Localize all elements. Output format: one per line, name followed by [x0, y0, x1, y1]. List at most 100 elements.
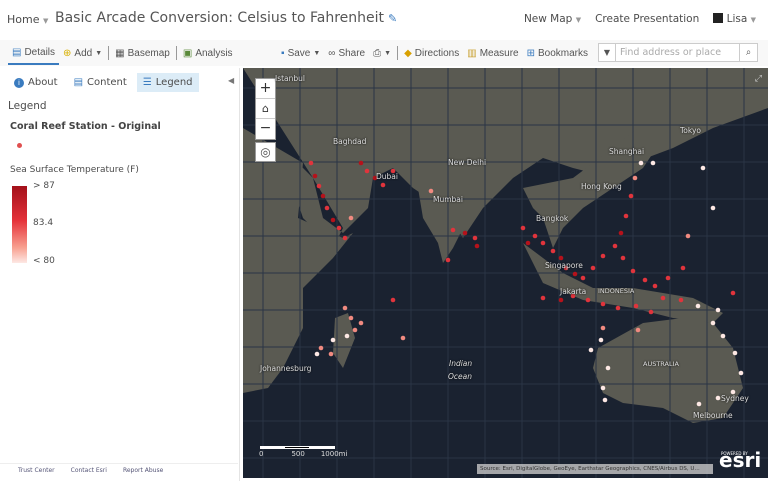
reef-station-point[interactable] [312, 173, 318, 179]
reef-station-point[interactable] [642, 277, 648, 283]
reef-station-point[interactable] [308, 160, 314, 166]
reef-station-point[interactable] [628, 193, 634, 199]
reef-station-point[interactable] [730, 290, 736, 296]
reef-station-point[interactable] [600, 253, 606, 259]
reef-station-point[interactable] [632, 175, 638, 181]
analysis-button[interactable]: ▣ Analysis [179, 41, 237, 65]
reef-station-point[interactable] [328, 351, 334, 357]
reef-station-point[interactable] [364, 168, 370, 174]
new-map-menu[interactable]: New Map ▼ [524, 13, 581, 25]
reef-station-point[interactable] [330, 337, 336, 343]
create-presentation-link[interactable]: Create Presentation [595, 13, 699, 25]
reef-station-point[interactable] [600, 301, 606, 307]
reef-station-point[interactable] [680, 265, 686, 271]
reef-station-point[interactable] [348, 315, 354, 321]
home-extent-button[interactable]: ⌂ [256, 99, 275, 119]
search-source-dropdown[interactable]: ▼ [599, 44, 616, 61]
reef-station-point[interactable] [620, 255, 626, 261]
reef-station-point[interactable] [540, 295, 546, 301]
add-button[interactable]: ⊕ Add ▼ [59, 41, 106, 65]
reef-station-point[interactable] [572, 271, 578, 277]
zoom-out-button[interactable]: − [256, 119, 275, 139]
tab-legend[interactable]: ☰ Legend [136, 73, 199, 92]
reef-station-point[interactable] [550, 248, 556, 254]
reef-station-point[interactable] [320, 193, 326, 199]
reef-station-point[interactable] [344, 333, 350, 339]
reef-station-point[interactable] [450, 227, 456, 233]
reef-station-point[interactable] [380, 182, 386, 188]
tab-content[interactable]: ▤ Content [68, 73, 133, 92]
reef-station-point[interactable] [314, 351, 320, 357]
measure-button[interactable]: ▥ Measure [463, 41, 522, 65]
reef-station-point[interactable] [623, 213, 629, 219]
reef-station-point[interactable] [348, 215, 354, 221]
reef-station-point[interactable] [660, 295, 666, 301]
reef-station-point[interactable] [615, 305, 621, 311]
reef-station-point[interactable] [648, 309, 654, 315]
reef-station-point[interactable] [390, 297, 396, 303]
edit-pencil-icon[interactable]: ✎ [388, 12, 397, 25]
reef-station-point[interactable] [715, 307, 721, 313]
search-input[interactable]: Find address or place [616, 44, 739, 61]
reef-station-point[interactable] [665, 275, 671, 281]
reef-station-point[interactable] [558, 297, 564, 303]
share-button[interactable]: ∞ Share [324, 41, 369, 65]
reef-station-point[interactable] [558, 255, 564, 261]
reef-station-point[interactable] [678, 297, 684, 303]
expand-icon[interactable]: ⤢ [755, 74, 762, 84]
tab-about[interactable]: i About [8, 73, 64, 92]
reef-station-point[interactable] [520, 225, 526, 231]
user-menu[interactable]: Lisa ▼ [713, 13, 756, 25]
reef-station-point[interactable] [710, 205, 716, 211]
reef-station-point[interactable] [428, 188, 434, 194]
reef-station-point[interactable] [685, 233, 691, 239]
directions-button[interactable]: ◆ Directions [400, 41, 463, 65]
reef-station-point[interactable] [358, 160, 364, 166]
reef-station-point[interactable] [605, 365, 611, 371]
reef-station-point[interactable] [600, 325, 606, 331]
reef-station-point[interactable] [588, 347, 594, 353]
reef-station-point[interactable] [612, 243, 618, 249]
search-icon[interactable]: ⌕ [739, 44, 757, 61]
reef-station-point[interactable] [342, 235, 348, 241]
zoom-in-button[interactable]: + [256, 79, 275, 99]
reef-station-point[interactable] [330, 217, 336, 223]
reef-station-point[interactable] [700, 165, 706, 171]
reef-station-point[interactable] [316, 183, 322, 189]
reef-station-point[interactable] [318, 345, 324, 351]
collapse-panel-icon[interactable]: ◀ [228, 76, 234, 85]
save-button[interactable]: ▪ Save ▼ [277, 41, 324, 65]
reef-station-point[interactable] [715, 395, 721, 401]
report-abuse-link[interactable]: Report Abuse [123, 467, 163, 474]
reef-station-point[interactable] [710, 320, 716, 326]
reef-station-point[interactable] [590, 265, 596, 271]
reef-station-point[interactable] [630, 268, 636, 274]
reef-station-point[interactable] [732, 350, 738, 356]
reef-station-point[interactable] [540, 240, 546, 246]
reef-station-point[interactable] [358, 320, 364, 326]
reef-station-point[interactable] [598, 337, 604, 343]
reef-station-point[interactable] [633, 303, 639, 309]
reef-station-point[interactable] [400, 335, 406, 341]
reef-station-point[interactable] [445, 257, 451, 263]
reef-station-point[interactable] [532, 233, 538, 239]
reef-station-point[interactable] [336, 225, 342, 231]
reef-station-point[interactable] [635, 327, 641, 333]
map-view[interactable]: + ⌂ − ◎ ⤢ Istanbul Baghdad Dubai New Del… [243, 68, 768, 478]
reef-station-point[interactable] [352, 327, 358, 333]
print-button[interactable]: ⎙ ▼ [369, 41, 395, 65]
reef-station-point[interactable] [602, 397, 608, 403]
reef-station-point[interactable] [580, 275, 586, 281]
attribution[interactable]: Source: Esri, DigitalGlobe, GeoEye, Eart… [477, 464, 713, 474]
reef-station-point[interactable] [720, 333, 726, 339]
details-button[interactable]: ▤ Details [8, 41, 60, 65]
reef-station-point[interactable] [650, 160, 656, 166]
locate-button[interactable]: ◎ [255, 142, 276, 162]
trust-center-link[interactable]: Trust Center [18, 467, 55, 474]
reef-station-point[interactable] [638, 160, 644, 166]
reef-station-point[interactable] [324, 205, 330, 211]
reef-station-point[interactable] [585, 297, 591, 303]
bookmarks-button[interactable]: ⊞ Bookmarks [523, 41, 592, 65]
reef-station-point[interactable] [342, 305, 348, 311]
reef-station-point[interactable] [696, 401, 702, 407]
